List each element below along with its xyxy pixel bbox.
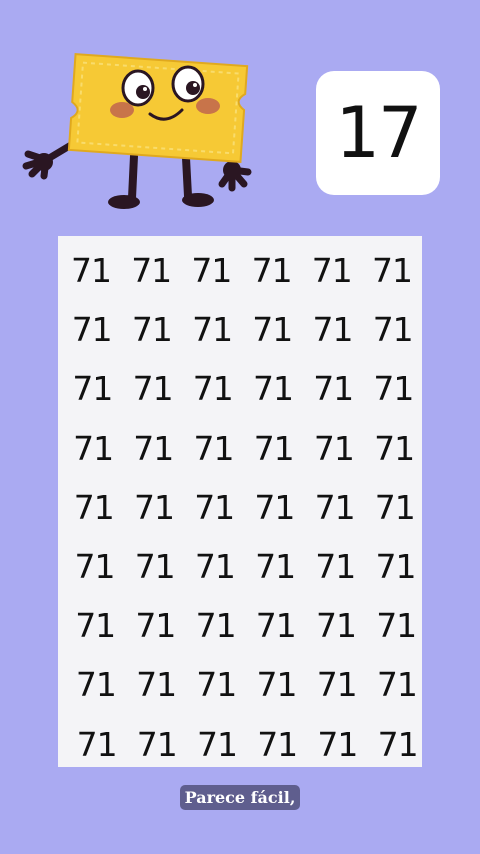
grid-cell[interactable]: 71 bbox=[307, 728, 367, 761]
grid-cell[interactable]: 71 bbox=[122, 313, 182, 346]
grid-cell[interactable]: 71 bbox=[303, 372, 363, 405]
grid-cell[interactable]: 71 bbox=[365, 491, 425, 524]
grid-cell[interactable]: 71 bbox=[242, 254, 302, 287]
grid-cell[interactable]: 71 bbox=[65, 550, 125, 583]
grid-cell[interactable]: 71 bbox=[243, 372, 303, 405]
grid-cell[interactable]: 71 bbox=[242, 313, 302, 346]
grid-cell[interactable]: 71 bbox=[305, 491, 365, 524]
grid-cell[interactable]: 71 bbox=[123, 372, 183, 405]
grid-cell[interactable]: 71 bbox=[244, 491, 304, 524]
grid-cell[interactable]: 71 bbox=[67, 728, 127, 761]
number-grid: 71 71 71 71 71 71 71 71 71 71 71 71 71 71 71 71 71 71 71 71… bbox=[58, 236, 422, 767]
grid-cell[interactable]: 71 bbox=[187, 728, 247, 761]
grid-cell[interactable]: 71 bbox=[62, 313, 122, 346]
grid-cell[interactable]: 71 bbox=[303, 313, 363, 346]
grid-cell[interactable]: 71 bbox=[367, 668, 427, 701]
grid-cell[interactable]: 71 bbox=[302, 254, 362, 287]
subtitle-caption: Parece fácil, bbox=[180, 785, 300, 810]
grid-cell[interactable]: 71 bbox=[66, 668, 126, 701]
grid-cell[interactable]: 71 bbox=[121, 254, 181, 287]
grid-cell[interactable]: 71 bbox=[247, 668, 307, 701]
grid-cell[interactable]: 71 bbox=[186, 609, 246, 642]
grid-cell[interactable]: 71 bbox=[362, 254, 422, 287]
grid-cell[interactable]: 71 bbox=[126, 668, 186, 701]
grid-cell[interactable]: 71 bbox=[368, 728, 428, 761]
grid-cell[interactable]: 71 bbox=[61, 254, 121, 287]
grid-cell[interactable]: 71 bbox=[366, 550, 426, 583]
grid-cell[interactable]: 71 bbox=[246, 609, 306, 642]
grid-cell[interactable]: 71 bbox=[64, 491, 124, 524]
grid-cell[interactable]: 71 bbox=[181, 254, 241, 287]
target-number-card: 17 bbox=[316, 71, 440, 195]
grid-cell[interactable]: 71 bbox=[123, 432, 183, 465]
grid-cell[interactable]: 71 bbox=[307, 668, 367, 701]
grid-cell[interactable]: 71 bbox=[124, 491, 184, 524]
grid-cell[interactable]: 71 bbox=[184, 491, 244, 524]
grid-cell[interactable]: 71 bbox=[247, 728, 307, 761]
grid-cell[interactable]: 71 bbox=[184, 432, 244, 465]
grid-cell[interactable]: 71 bbox=[245, 550, 305, 583]
grid-cell[interactable]: 71 bbox=[244, 432, 304, 465]
grid-cell[interactable]: 71 bbox=[304, 432, 364, 465]
grid-cell[interactable]: 71 bbox=[306, 609, 366, 642]
grid-cell[interactable]: 71 bbox=[186, 668, 246, 701]
grid-cell[interactable]: 71 bbox=[62, 372, 122, 405]
ticket-character-icon bbox=[18, 38, 258, 216]
grid-cell[interactable]: 71 bbox=[65, 609, 125, 642]
grid-cell[interactable]: 71 bbox=[363, 372, 423, 405]
grid-cell[interactable]: 71 bbox=[63, 432, 123, 465]
grid-cell[interactable]: 71 bbox=[125, 609, 185, 642]
grid-cell[interactable]: 71 bbox=[366, 609, 426, 642]
grid-cell[interactable]: 71 bbox=[127, 728, 187, 761]
grid-cell[interactable]: 71 bbox=[183, 372, 243, 405]
grid-cell[interactable]: 71 bbox=[305, 550, 365, 583]
grid-cell[interactable]: 71 bbox=[185, 550, 245, 583]
target-number: 17 bbox=[335, 92, 422, 174]
grid-cell[interactable]: 71 bbox=[363, 313, 423, 346]
grid-cell[interactable]: 71 bbox=[182, 313, 242, 346]
grid-cell[interactable]: 71 bbox=[125, 550, 185, 583]
grid-cell[interactable]: 71 bbox=[364, 432, 424, 465]
